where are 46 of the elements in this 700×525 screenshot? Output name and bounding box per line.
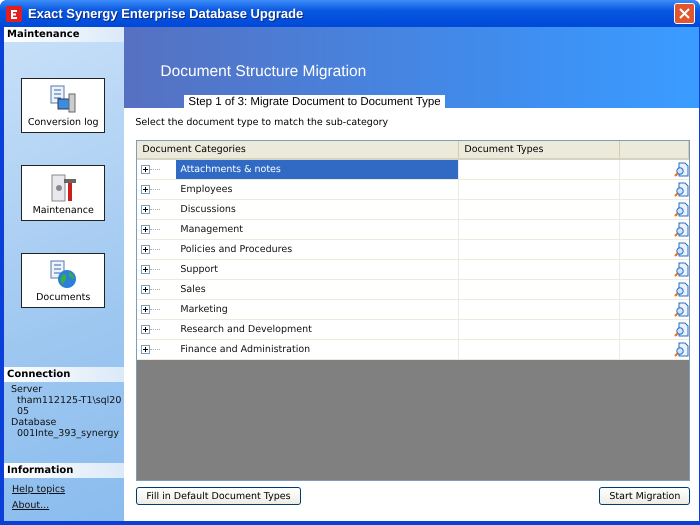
document-search-icon[interactable] bbox=[674, 222, 690, 237]
action-button[interactable]: Fill in Default Document Types bbox=[136, 487, 301, 505]
field-value: 001Inte_393_synergy bbox=[16, 428, 120, 439]
section-title: Maintenance bbox=[4, 27, 124, 42]
field-label: Server bbox=[11, 384, 44, 395]
app-logo-icon bbox=[6, 6, 22, 22]
document-search-icon[interactable] bbox=[674, 302, 690, 317]
expand-icon[interactable] bbox=[141, 345, 150, 354]
instruction-text: Select the document type to match the sub-category bbox=[134, 116, 390, 128]
computer-list-icon bbox=[48, 85, 78, 116]
section-title: Connection bbox=[4, 367, 124, 382]
expand-icon[interactable] bbox=[141, 325, 150, 334]
section-title: Information bbox=[4, 463, 124, 478]
expand-icon[interactable] bbox=[141, 225, 150, 234]
document-globe-icon bbox=[48, 260, 78, 290]
link[interactable]: Help topics bbox=[4, 482, 124, 495]
document-search-icon[interactable] bbox=[674, 322, 690, 337]
document-search-icon[interactable] bbox=[674, 342, 690, 357]
expand-icon[interactable] bbox=[141, 285, 150, 294]
expand-icon[interactable] bbox=[141, 205, 150, 214]
expand-icon[interactable] bbox=[141, 165, 150, 174]
document-search-icon[interactable] bbox=[674, 242, 690, 257]
step-label: Step 1 of 3: Migrate Document to Document Type bbox=[184, 95, 445, 108]
field-value: tham112125-T1\sql20 05 bbox=[16, 395, 122, 417]
document-search-icon[interactable] bbox=[674, 162, 690, 177]
tile-button[interactable]: Maintenance bbox=[21, 165, 106, 221]
expand-icon[interactable] bbox=[141, 185, 150, 194]
close-icon bbox=[679, 8, 690, 19]
window-title: Exact Synergy Enterprise Database Upgrade bbox=[28, 6, 304, 21]
close-button[interactable] bbox=[674, 3, 695, 24]
link[interactable]: About... bbox=[4, 498, 124, 511]
action-button[interactable]: Start Migration bbox=[599, 487, 690, 505]
category-cell[interactable]: Attachments & notes bbox=[176, 160, 458, 179]
page-title: Document Structure Migration bbox=[160, 63, 368, 81]
document-search-icon[interactable] bbox=[674, 182, 690, 197]
tile-button[interactable]: Conversion log bbox=[21, 78, 106, 134]
expand-icon[interactable] bbox=[141, 245, 150, 254]
expand-icon[interactable] bbox=[141, 265, 150, 274]
document-search-icon[interactable] bbox=[674, 262, 690, 277]
field-label: Database bbox=[11, 417, 58, 428]
column-header[interactable]: Document Categories bbox=[137, 141, 460, 158]
document-search-icon[interactable] bbox=[674, 282, 690, 297]
expand-icon[interactable] bbox=[141, 305, 150, 314]
document-search-icon[interactable] bbox=[674, 202, 690, 217]
tile-button[interactable]: Documents bbox=[21, 252, 106, 308]
column-header[interactable]: Document Types bbox=[459, 141, 620, 158]
